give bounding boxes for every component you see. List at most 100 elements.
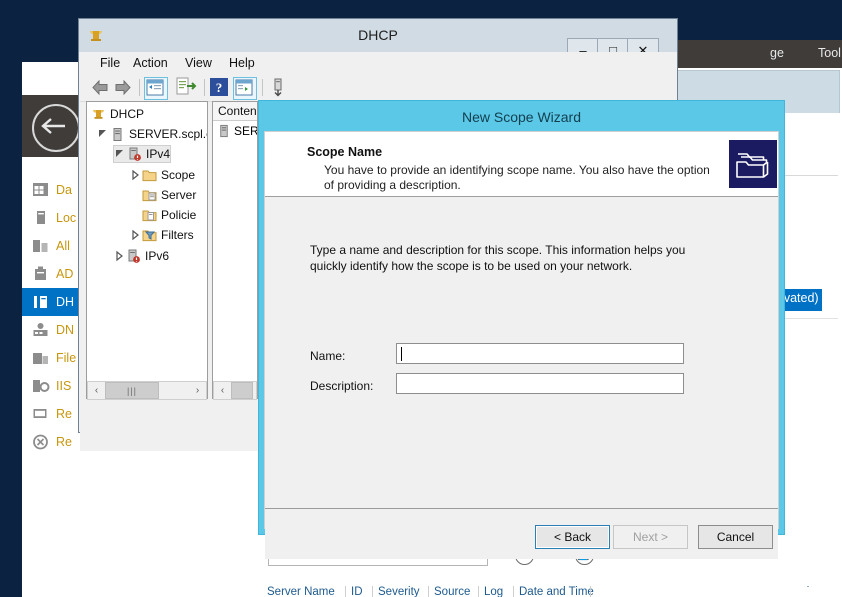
left-arrow-icon[interactable]: [90, 77, 110, 98]
scope-folder-icon: [142, 168, 157, 183]
scroll-track[interactable]: |||: [105, 382, 189, 399]
ipv6-icon: [126, 249, 141, 264]
all-servers-icon: [32, 238, 50, 254]
wizard-header-title: Scope Name: [307, 145, 383, 159]
menu-help[interactable]: Help: [221, 53, 263, 73]
scroll-left-button[interactable]: ‹: [214, 382, 231, 399]
scope-name-input[interactable]: [396, 343, 684, 364]
cancel-button[interactable]: Cancel: [698, 525, 773, 549]
policies-icon: [142, 208, 157, 223]
server-refresh-icon[interactable]: [268, 77, 288, 98]
folders-stack-icon: [729, 140, 777, 188]
scroll-thumb[interactable]: |||: [105, 382, 159, 399]
scope-description-label: Description:: [310, 379, 374, 393]
expander-closed-icon[interactable]: [129, 229, 141, 241]
file-storage-icon: [32, 350, 50, 366]
export-list-icon[interactable]: [175, 77, 197, 98]
right-arrow-icon[interactable]: [113, 77, 133, 98]
scroll-track[interactable]: [231, 382, 256, 399]
expander-closed-icon[interactable]: [113, 250, 125, 262]
tree-node-label: Server: [161, 188, 197, 202]
back-button[interactable]: < Back: [535, 525, 610, 549]
dns-icon: [32, 322, 50, 338]
server-options-icon: [142, 188, 157, 203]
local-server-icon: [32, 210, 50, 226]
sidebar-label: File: [56, 351, 77, 365]
tree-node-server-options[interactable]: Server: [129, 186, 196, 204]
tree-node-label: DHCP: [110, 107, 145, 121]
column-header-server-name[interactable]: Server Name: [267, 586, 335, 597]
menu-manage[interactable]: ge: [770, 46, 784, 60]
new-scope-wizard-dialog: New Scope Wizard Scope Name You have to …: [258, 100, 785, 559]
tree-node-dhcp[interactable]: DHCP: [91, 105, 144, 123]
sidebar-label: Da: [56, 183, 72, 197]
menu-file[interactable]: File: [92, 53, 128, 73]
tree-node-label: Policie: [161, 208, 197, 222]
help-question-icon[interactable]: ?: [210, 78, 228, 96]
tree-node-policies[interactable]: Policie: [129, 206, 196, 224]
server-icon: [110, 127, 125, 142]
next-button: Next >: [613, 525, 688, 549]
menu-view[interactable]: View: [177, 53, 220, 73]
sidebar-label: DN: [56, 323, 75, 337]
tree-horizontal-scrollbar[interactable]: ‹ ||| ›: [87, 381, 207, 400]
sort-caret-icon: [803, 586, 813, 587]
events-column-headers: Server Name ID Severity Source Log Date …: [265, 586, 825, 597]
toolbar-divider: [139, 79, 140, 96]
scroll-thumb[interactable]: [231, 382, 253, 399]
expander-closed-icon[interactable]: [129, 169, 141, 181]
action-pane-icon[interactable]: [233, 77, 257, 100]
scroll-right-button[interactable]: ›: [189, 382, 206, 399]
list-horizontal-scrollbar[interactable]: ‹: [213, 381, 257, 400]
column-header-severity[interactable]: Severity: [378, 586, 420, 597]
dashboard-icon: [32, 182, 50, 198]
wizard-title: New Scope Wizard: [461, 109, 582, 125]
svg-text:?: ?: [216, 80, 223, 95]
server-icon: [217, 124, 231, 138]
back-arrow-icon: [41, 117, 67, 135]
column-header-id[interactable]: ID: [351, 586, 363, 597]
dhcp-icon: [32, 294, 50, 310]
iis-icon: [32, 378, 50, 394]
filters-icon: [142, 228, 157, 243]
tree-node-label: Filters: [161, 228, 194, 242]
sidebar-label: Re: [56, 435, 72, 449]
tree-node-ipv4[interactable]: IPv4: [113, 145, 172, 163]
sidebar-label: IIS: [56, 379, 72, 393]
column-header-source[interactable]: Source: [434, 586, 470, 597]
menu-tools[interactable]: Tool: [818, 46, 841, 60]
list-item[interactable]: SERV: [217, 124, 258, 138]
sidebar-label: Re: [56, 407, 72, 421]
expander-open-icon[interactable]: [97, 128, 109, 140]
sidebar-label: AD: [56, 267, 74, 281]
list-column-header[interactable]: Conten: [213, 102, 257, 121]
remote-access-icon: [32, 406, 50, 422]
tree-node-filters[interactable]: Filters: [129, 226, 194, 244]
sidebar-label: DH: [56, 295, 75, 309]
tree-node-scope[interactable]: Scope: [129, 166, 195, 184]
expander-none: [129, 209, 141, 221]
wizard-header-description: You have to provide an identifying scope…: [324, 163, 710, 192]
list-column-header-label: Conten: [218, 104, 257, 118]
console-tree-pane: DHCP SERVER.scpl.c IPv4 Scope Server Pol…: [86, 101, 208, 399]
list-item-label: SERV: [234, 124, 258, 138]
console-list-pane: Conten SERV: [212, 101, 258, 399]
column-header-log[interactable]: Log: [484, 586, 503, 597]
scroll-left-button[interactable]: ‹: [88, 382, 105, 399]
wizard-header: Scope Name You have to provide an identi…: [265, 132, 778, 197]
scope-name-label: Name:: [310, 349, 346, 363]
wizard-body: Scope Name You have to provide an identi…: [264, 131, 779, 559]
column-header-date-time[interactable]: Date and Time: [519, 586, 594, 597]
wizard-button-bar: < Back Next > Cancel: [265, 509, 778, 559]
ad-ds-icon: [32, 266, 50, 282]
scope-description-input[interactable]: [396, 373, 684, 394]
menu-action[interactable]: Action: [125, 53, 176, 73]
tree-node-server[interactable]: SERVER.scpl.c: [97, 125, 207, 143]
console-tree-icon[interactable]: [144, 77, 168, 100]
expander-open-icon[interactable]: [114, 148, 126, 160]
tree-node-label: Scope: [161, 168, 196, 182]
wizard-intro-text: Type a name and description for this sco…: [310, 243, 686, 273]
toolbar-divider: [262, 79, 263, 96]
toolbar-divider: [204, 79, 205, 96]
tree-node-ipv6[interactable]: IPv6: [113, 247, 169, 265]
